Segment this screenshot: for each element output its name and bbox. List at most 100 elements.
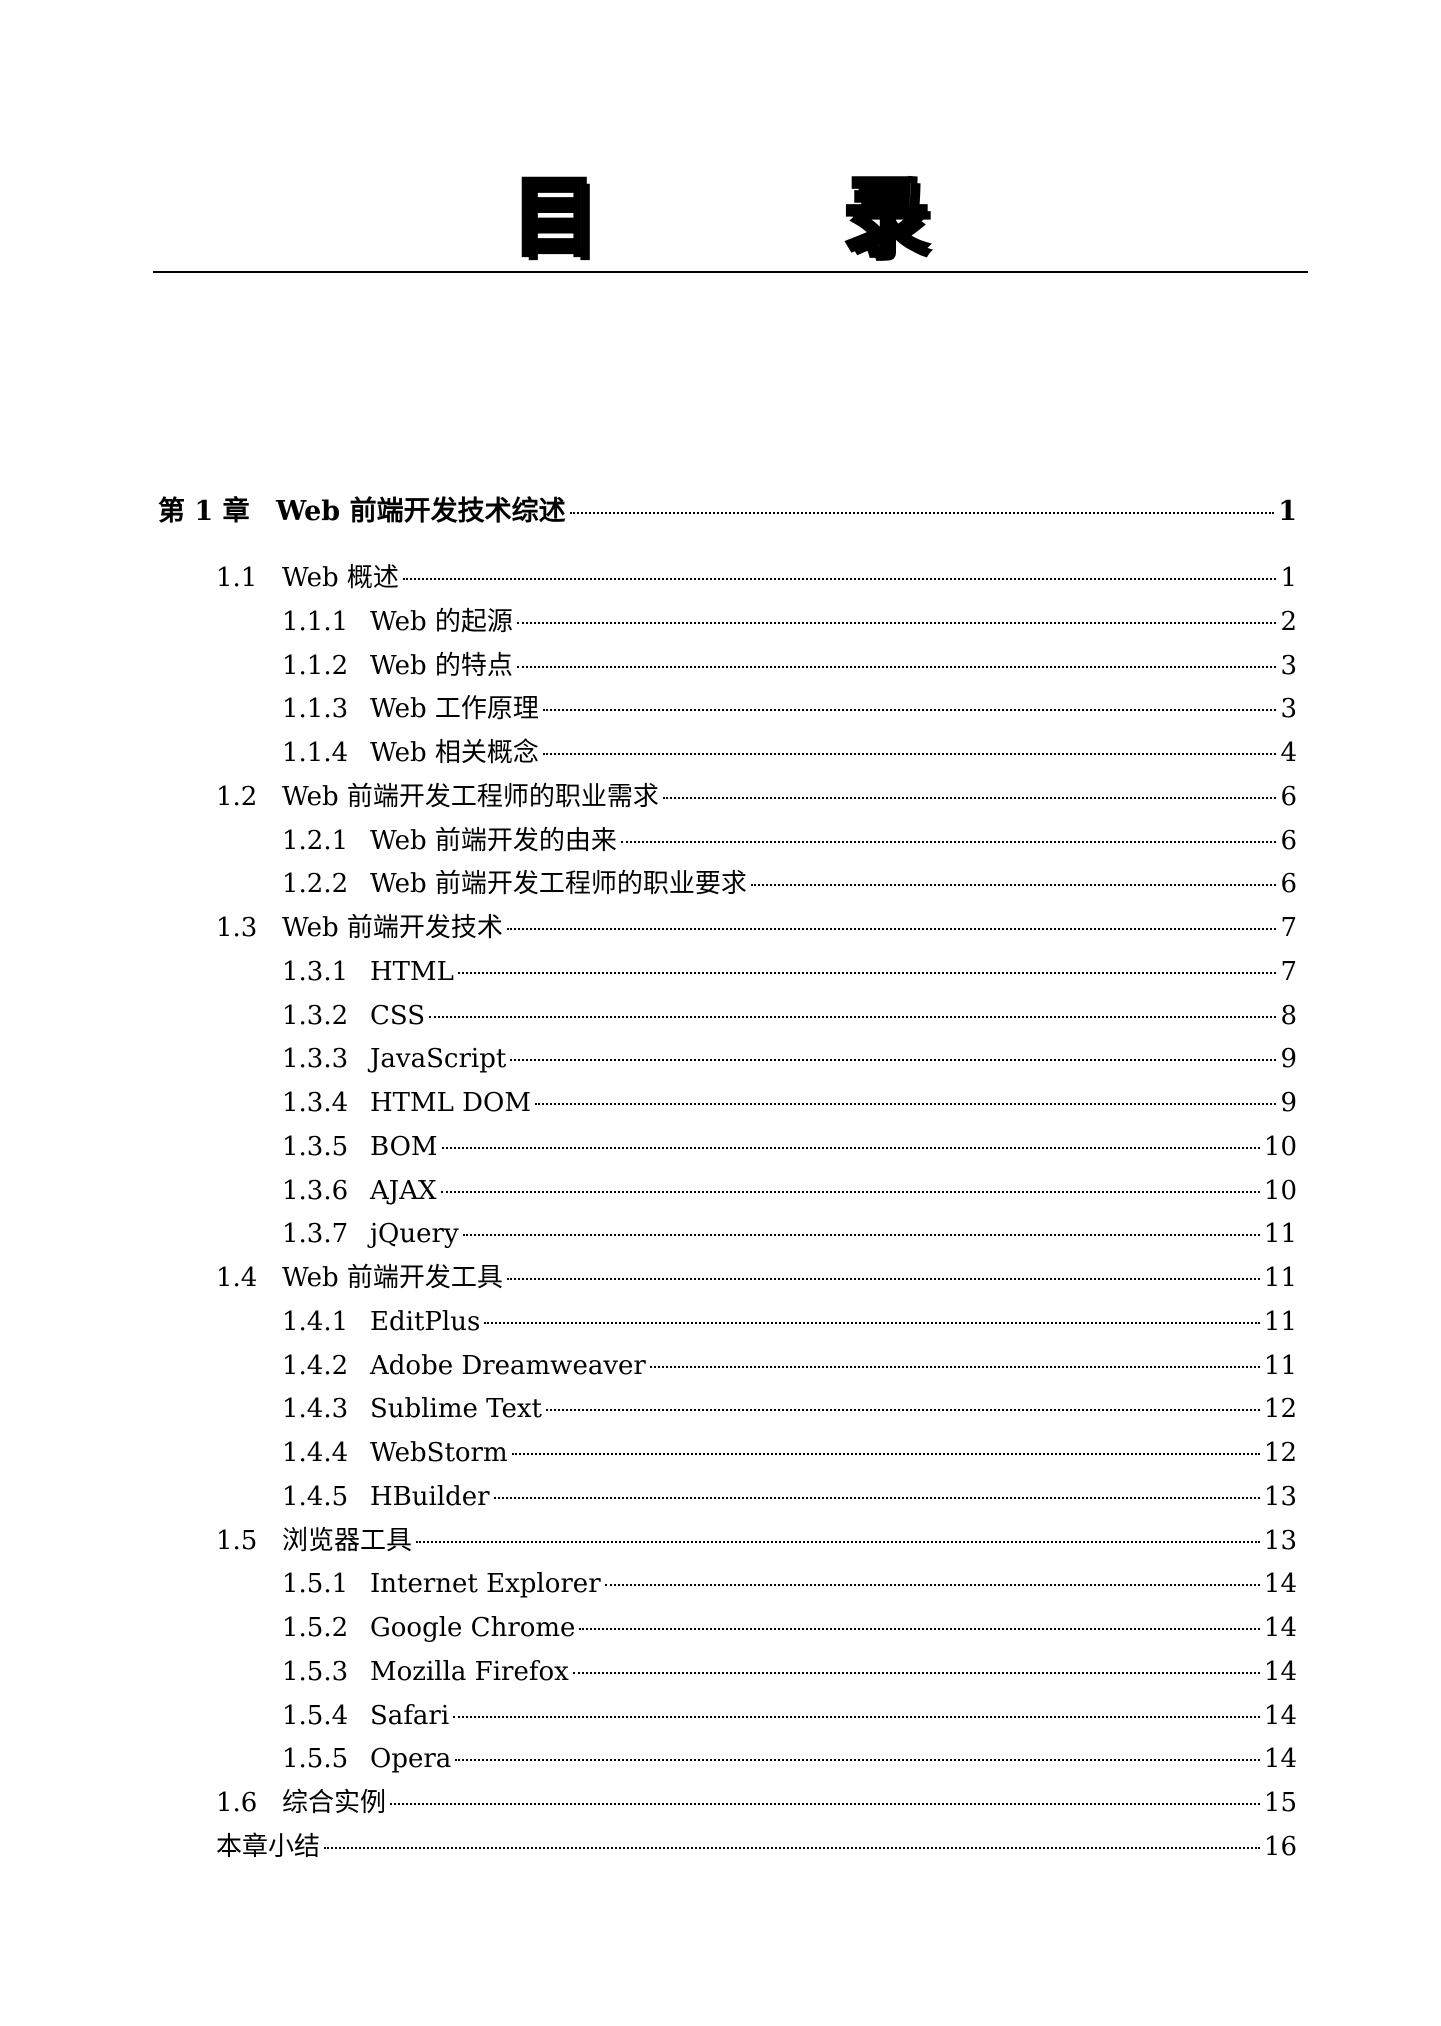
- toc-entry-title: 本章小结: [216, 1831, 321, 1862]
- toc-entry[interactable]: 1.3.3 JavaScript 9: [0, 1039, 1441, 1079]
- toc-entry[interactable]: 1.5.3 Mozilla Firefox 14: [0, 1652, 1441, 1692]
- toc-entry-page-number: 11: [1263, 1306, 1297, 1337]
- toc-entry[interactable]: 1.5.4 Safari 14: [0, 1696, 1441, 1736]
- toc-entry-title: Web 前端开发工具: [282, 1263, 503, 1293]
- toc-entry[interactable]: 1.4.1 EditPlus 11: [0, 1302, 1441, 1342]
- toc-entry-page-number: 11: [1263, 1219, 1297, 1250]
- toc-entry-number: 1.6: [216, 1788, 258, 1818]
- toc-entry-number: 1.5.4: [282, 1700, 349, 1731]
- toc-entry[interactable]: 1.1.1 Web 的起源 2: [0, 602, 1441, 642]
- toc-entry-page-number: 8: [1280, 1000, 1297, 1031]
- toc-entry[interactable]: 1.1.2 Web 的特点 3: [0, 646, 1441, 686]
- toc-entry-page-number: 6: [1280, 825, 1297, 856]
- page-title: 目 录: [510, 166, 1010, 270]
- toc-entry-title: Opera: [370, 1744, 452, 1775]
- toc-entry[interactable]: 1.3.1 HTML 7: [0, 952, 1441, 992]
- toc-dot-leader: [462, 1234, 1260, 1237]
- toc-entry[interactable]: 1.3.7 jQuery 11: [0, 1214, 1441, 1254]
- toc-dot-leader: [542, 709, 1277, 712]
- toc-entry[interactable]: 1.3 Web 前端开发技术 7: [0, 908, 1441, 948]
- toc-entry-title: 综合实例: [282, 1788, 387, 1818]
- toc-entry[interactable]: 1.4.2 Adobe Dreamweaver 11: [0, 1346, 1441, 1386]
- toc-entry-page-number: 14: [1263, 1569, 1297, 1600]
- toc-entry[interactable]: 1.5.5 Opera 14: [0, 1739, 1441, 1779]
- toc-dot-leader: [453, 1715, 1260, 1718]
- toc-entry-title: HBuilder: [370, 1481, 490, 1512]
- toc-entry[interactable]: 1.4.3 Sublime Text 12: [0, 1389, 1441, 1429]
- toc-entry-page-number: 9: [1280, 1088, 1297, 1118]
- toc-entry-number: 第 1 章: [158, 496, 250, 527]
- toc-entry-number: 1.1.1: [282, 606, 349, 637]
- toc-entry[interactable]: 1.1.4 Web 相关概念 4: [0, 733, 1441, 773]
- toc-entry-title: HTML DOM: [370, 1088, 531, 1118]
- toc-entry-page-number: 1: [1278, 496, 1297, 527]
- toc-dot-leader: [402, 578, 1277, 580]
- toc-entry-page-number: 9: [1280, 1044, 1297, 1075]
- toc-entry-title: Internet Explorer: [370, 1569, 601, 1600]
- toc-entry-number: 1.2: [216, 781, 258, 812]
- toc-entry-page-number: 7: [1280, 956, 1297, 987]
- toc-entry-page-number: 3: [1280, 694, 1297, 725]
- toc-entry[interactable]: 1.4.5 HBuilder 13: [0, 1477, 1441, 1517]
- title-divider: [153, 271, 1308, 273]
- toc-entry[interactable]: 第 1 章 Web 前端开发技术综述 1: [0, 492, 1441, 532]
- toc-entry-number: 1.3.5: [282, 1131, 349, 1162]
- toc-entry-number: 1.4.2: [282, 1350, 349, 1381]
- toc-entry-page-number: 6: [1280, 869, 1297, 900]
- toc-entry[interactable]: 1.3.4 HTML DOM 9: [0, 1083, 1441, 1123]
- toc-entry-title: Web 概述: [282, 563, 399, 593]
- toc-entry-number: 1.3.4: [282, 1088, 349, 1118]
- toc-dot-leader: [457, 971, 1277, 974]
- toc-entry-number: 1.4.5: [282, 1481, 349, 1512]
- toc-dot-leader: [545, 1409, 1260, 1412]
- toc-dot-leader: [390, 1803, 1260, 1805]
- toc-entry[interactable]: 1.4 Web 前端开发工具 11: [0, 1258, 1441, 1298]
- toc-entry-number: 1.3.1: [282, 956, 349, 987]
- toc-dot-leader: [516, 665, 1277, 668]
- toc-entry[interactable]: 1.1 Web 概述 1: [0, 558, 1441, 598]
- toc-dot-leader: [440, 1190, 1260, 1193]
- toc-dot-leader: [649, 1365, 1260, 1368]
- toc-entry-number: 1.5.5: [282, 1744, 349, 1775]
- toc-entry-title: BOM: [370, 1131, 438, 1162]
- toc-entry-page-number: 13: [1263, 1481, 1297, 1512]
- toc-entry[interactable]: 1.4.4 WebStorm 12: [0, 1433, 1441, 1473]
- toc-entry[interactable]: 1.2.2 Web 前端开发工程师的职业要求 6: [0, 864, 1441, 904]
- toc-entry-title: Web 前端开发的由来: [370, 825, 617, 856]
- toc-dot-leader: [455, 1759, 1260, 1762]
- toc-entry[interactable]: 1.3.5 BOM 10: [0, 1127, 1441, 1167]
- toc-entry[interactable]: 1.5.2 Google Chrome 14: [0, 1608, 1441, 1648]
- toc-entry[interactable]: 1.2.1 Web 前端开发的由来 6: [0, 821, 1441, 861]
- toc-dot-leader: [750, 884, 1277, 887]
- toc-entry-title: CSS: [370, 1000, 426, 1031]
- toc-entry-page-number: 16: [1263, 1831, 1297, 1862]
- toc-dot-leader: [484, 1321, 1260, 1324]
- toc-entry-title: EditPlus: [370, 1306, 481, 1337]
- toc-dot-leader: [511, 1453, 1260, 1455]
- toc-dot-leader: [579, 1628, 1260, 1630]
- toc-entry-title: Web 的特点: [370, 650, 513, 681]
- toc-entry[interactable]: 1.2 Web 前端开发工程师的职业需求 6: [0, 777, 1441, 817]
- toc-dot-leader: [604, 1584, 1260, 1587]
- toc-dot-leader: [534, 1103, 1277, 1105]
- toc-entry-page-number: 2: [1280, 606, 1297, 637]
- toc-entry-number: 1.1.4: [282, 738, 349, 768]
- toc-entry-number: 1.1: [216, 563, 258, 593]
- toc-dot-leader: [429, 1015, 1277, 1018]
- toc-entry-page-number: 14: [1263, 1656, 1297, 1687]
- toc-entry-page-number: 10: [1263, 1131, 1297, 1162]
- toc-entry[interactable]: 1.1.3 Web 工作原理 3: [0, 689, 1441, 729]
- toc-entry-title: Sublime Text: [370, 1394, 542, 1425]
- toc-entry[interactable]: 1.3.2 CSS 8: [0, 996, 1441, 1036]
- toc-entry[interactable]: 本章小结 16: [0, 1827, 1441, 1867]
- toc-entry[interactable]: 1.5.1 Internet Explorer 14: [0, 1564, 1441, 1604]
- toc-entry-number: 1.5: [216, 1525, 258, 1556]
- toc-entry-page-number: 4: [1280, 738, 1297, 768]
- toc-entry-number: 1.1.2: [282, 650, 349, 681]
- toc-dot-leader: [542, 753, 1277, 755]
- toc-dot-leader: [493, 1496, 1260, 1499]
- toc-entry[interactable]: 1.5 浏览器工具 13: [0, 1521, 1441, 1561]
- toc-entry-number: 1.4.4: [282, 1438, 349, 1468]
- toc-entry[interactable]: 1.3.6 AJAX 10: [0, 1171, 1441, 1211]
- toc-entry[interactable]: 1.6 综合实例 15: [0, 1783, 1441, 1823]
